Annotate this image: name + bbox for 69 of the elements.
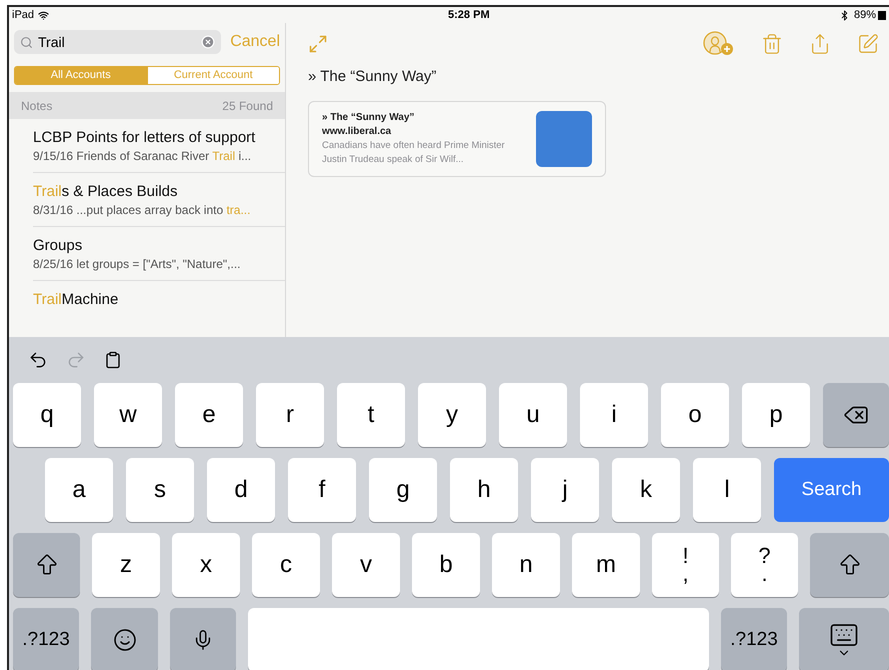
link-title: » The “Sunny Way” bbox=[322, 110, 416, 124]
share-icon[interactable] bbox=[809, 32, 831, 54]
search-field[interactable]: Trail bbox=[14, 30, 222, 54]
wifi-icon bbox=[38, 10, 50, 20]
microphone-key[interactable] bbox=[170, 608, 236, 670]
key[interactable]: e bbox=[175, 383, 243, 447]
link-card[interactable]: » The “Sunny Way” www.liberal.ca Canadians have often heard Prime Minister Justin Trudeau speak of Sir Wilf... bbox=[308, 100, 606, 176]
key[interactable]: j bbox=[531, 458, 599, 522]
key[interactable]: z bbox=[92, 533, 160, 597]
note-title[interactable]: TrailMachine bbox=[33, 290, 279, 310]
link-excerpt: Canadians have often heard Prime Minister Justin Trudeau speak of Sir Wilf... bbox=[322, 138, 506, 166]
key[interactable]: x bbox=[172, 533, 240, 597]
key[interactable]: i bbox=[580, 383, 648, 447]
numbers-key[interactable]: .?123 bbox=[13, 608, 79, 670]
results-count: 25 Found bbox=[222, 98, 273, 114]
key[interactable]: f bbox=[288, 458, 356, 522]
status-time: 5:28 PM bbox=[448, 8, 490, 23]
key[interactable]: b bbox=[412, 533, 480, 597]
compose-icon[interactable] bbox=[857, 32, 879, 54]
expand-icon[interactable] bbox=[308, 34, 328, 54]
key[interactable]: v bbox=[332, 533, 400, 597]
redo-icon[interactable] bbox=[66, 350, 86, 370]
key[interactable]: k bbox=[612, 458, 680, 522]
key[interactable]: a bbox=[45, 458, 113, 522]
search-key[interactable]: Search bbox=[774, 458, 889, 522]
search-icon bbox=[20, 36, 33, 48]
numbers-key[interactable]: .?123 bbox=[721, 608, 787, 670]
keyboard-dismiss-key[interactable] bbox=[799, 608, 889, 670]
key[interactable]: p bbox=[742, 383, 810, 447]
key[interactable]: w bbox=[94, 383, 162, 447]
emoji-icon bbox=[112, 628, 136, 652]
emoji-key[interactable] bbox=[91, 608, 158, 670]
backspace-key[interactable] bbox=[823, 383, 889, 447]
note-heading: » The “Sunny Way” bbox=[308, 67, 438, 87]
key[interactable]: y bbox=[418, 383, 486, 447]
add-person-icon[interactable] bbox=[703, 30, 735, 56]
key[interactable]: s bbox=[126, 458, 194, 522]
key[interactable]: o bbox=[661, 383, 729, 447]
key[interactable]: g bbox=[369, 458, 437, 522]
paste-icon[interactable] bbox=[104, 351, 122, 369]
device-label: iPad bbox=[12, 8, 34, 23]
shift-key[interactable] bbox=[13, 533, 80, 597]
battery-percent: 89% bbox=[854, 8, 876, 23]
key[interactable]: n bbox=[492, 533, 560, 597]
note-title[interactable]: LCBP Points for letters of support bbox=[33, 128, 279, 148]
key[interactable]: ? . bbox=[731, 533, 798, 597]
key[interactable]: t bbox=[337, 383, 405, 447]
key[interactable]: r bbox=[256, 383, 324, 447]
key[interactable]: q bbox=[13, 383, 81, 447]
key[interactable]: u bbox=[499, 383, 567, 447]
key[interactable]: m bbox=[572, 533, 640, 597]
key[interactable]: l bbox=[693, 458, 761, 522]
key[interactable]: h bbox=[450, 458, 518, 522]
key[interactable]: ! , bbox=[652, 533, 719, 597]
note-title[interactable]: Trails & Places Builds bbox=[33, 182, 279, 202]
bluetooth-icon bbox=[838, 10, 850, 20]
clear-icon[interactable] bbox=[201, 35, 216, 49]
note-snippet: 8/25/16 let groups = ["Arts", "Nature",... bbox=[33, 256, 242, 272]
key[interactable]: c bbox=[252, 533, 320, 597]
note-snippet: 8/31/16 ...put places array back into tra... bbox=[33, 202, 252, 218]
trash-icon[interactable] bbox=[761, 32, 783, 54]
note-title[interactable]: Groups bbox=[33, 236, 279, 256]
key[interactable]: d bbox=[207, 458, 275, 522]
undo-icon[interactable] bbox=[28, 350, 48, 370]
section-title: Notes bbox=[21, 98, 52, 114]
battery-icon bbox=[878, 10, 886, 20]
link-site: www.liberal.ca bbox=[322, 124, 392, 138]
photo-placeholder bbox=[536, 110, 592, 166]
note-snippet: 9/15/16 Friends of Saranac River Trail i... bbox=[33, 148, 252, 164]
